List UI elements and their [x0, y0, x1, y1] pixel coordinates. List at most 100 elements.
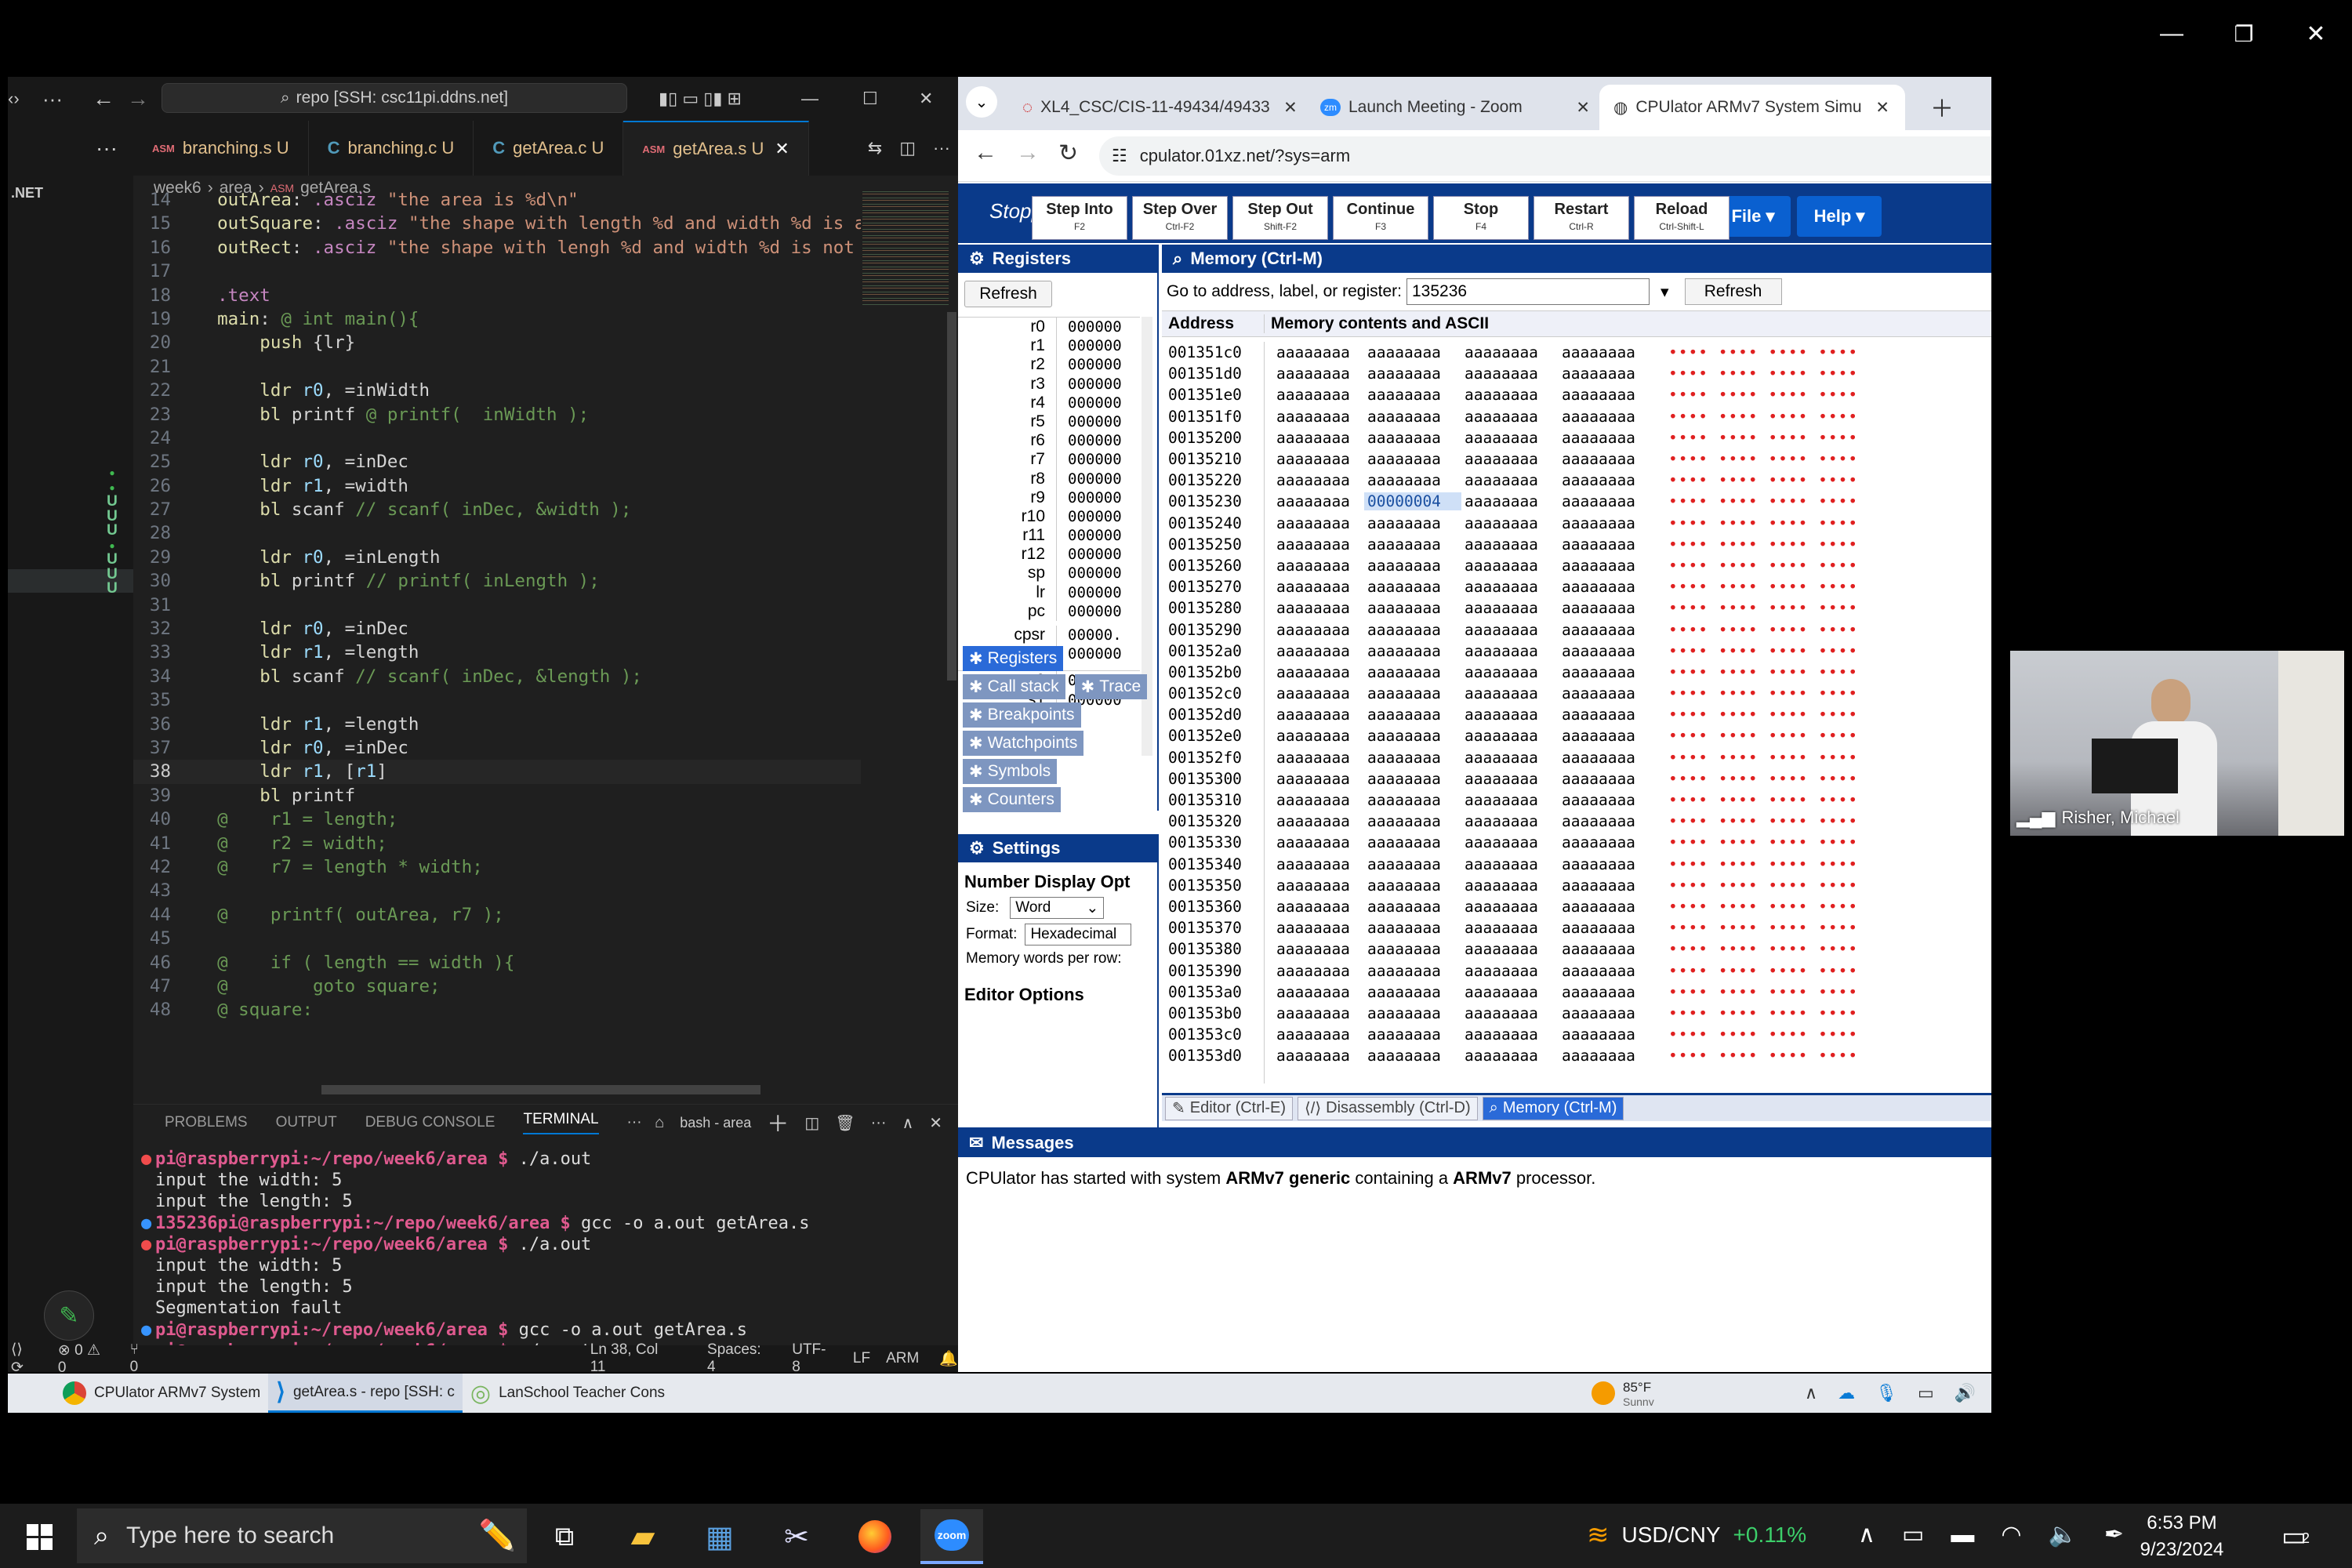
- register-value[interactable]: 000000: [1056, 412, 1122, 432]
- memory-word[interactable]: aaaaaaaa: [1267, 983, 1364, 1001]
- side-tab-call-stack[interactable]: ✱ Call stack: [963, 674, 1065, 699]
- tab-close-icon[interactable]: ✕: [775, 139, 789, 159]
- register-row[interactable]: r5 000000: [958, 412, 1140, 432]
- back-arrow-icon[interactable]: ←: [93, 86, 114, 111]
- code-line[interactable]: 27 bl scanf // scanf( inDec, &width );: [133, 498, 861, 521]
- memory-word[interactable]: aaaaaaaa: [1267, 365, 1364, 383]
- status-register-row[interactable]: cpsr 00000.: [958, 626, 1140, 645]
- side-tab-symbols[interactable]: ✱ Symbols: [963, 759, 1058, 784]
- address-bar[interactable]: ☷ cpulator.01xz.net/?sys=arm: [1099, 136, 1991, 176]
- memory-word[interactable]: aaaaaaaa: [1461, 855, 1559, 873]
- reload-icon[interactable]: ↻: [1058, 140, 1078, 167]
- memory-word[interactable]: aaaaaaaa: [1364, 557, 1461, 575]
- memory-word[interactable]: aaaaaaaa: [1364, 365, 1461, 383]
- panel-tab-output[interactable]: OUTPUT: [276, 1114, 337, 1131]
- more-icon[interactable]: ···: [42, 87, 63, 111]
- memory-word[interactable]: aaaaaaaa: [1559, 514, 1656, 532]
- register-row[interactable]: r8 000000: [958, 469, 1140, 488]
- memory-row[interactable]: 001353c0 aaaaaaaa aaaaaaaa aaaaaaaa aaaaaaaa…: [1162, 1024, 1991, 1045]
- close-button[interactable]: ✕: [2292, 14, 2339, 53]
- memory-word[interactable]: aaaaaaaa: [1364, 408, 1461, 426]
- code-line[interactable]: 48 @ square:: [133, 998, 861, 1022]
- memory-row[interactable]: 00135290 aaaaaaaa aaaaaaaa aaaaaaaa aaaaaaaa…: [1162, 619, 1991, 640]
- command-status-dot[interactable]: ●: [141, 1149, 155, 1170]
- memory-word[interactable]: aaaaaaaa: [1267, 535, 1364, 554]
- register-row[interactable]: r6 000000: [958, 431, 1140, 451]
- help-menu-button[interactable]: Help ▾: [1797, 196, 1882, 237]
- memory-word[interactable]: aaaaaaaa: [1267, 749, 1364, 767]
- problems-count[interactable]: ⊗ 0 ⚠ 0: [58, 1341, 113, 1373]
- memory-row[interactable]: 00135260 aaaaaaaa aaaaaaaa aaaaaaaa aaaaaaaa…: [1162, 555, 1991, 576]
- side-tab-watchpoints[interactable]: ✱ Watchpoints: [963, 731, 1084, 756]
- clock[interactable]: 6:53 PM 9/23/2024: [2123, 1510, 2241, 1563]
- cpulator-button-reload[interactable]: Reload Ctrl-Shift-L: [1634, 196, 1730, 240]
- memory-word[interactable]: aaaaaaaa: [1364, 663, 1461, 681]
- side-tab-counters[interactable]: ✱ Counters: [963, 787, 1061, 812]
- memory-word[interactable]: aaaaaaaa: [1461, 1004, 1559, 1022]
- taskbar-item-chrome[interactable]: CPUlator ARMv7 System: [55, 1374, 268, 1413]
- memory-word[interactable]: aaaaaaaa: [1461, 898, 1559, 916]
- memory-word[interactable]: aaaaaaaa: [1461, 343, 1559, 361]
- memory-word[interactable]: aaaaaaaa: [1267, 343, 1364, 361]
- volume-icon[interactable]: 🔈: [2049, 1521, 2078, 1548]
- new-terminal-icon[interactable]: ＋: [767, 1107, 789, 1138]
- tray-chevron-icon[interactable]: ∧: [1805, 1383, 1817, 1403]
- command-center[interactable]: ⌕ repo [SSH: csc11pi.ddns.net]: [162, 83, 627, 113]
- forward-arrow-icon[interactable]: →: [127, 86, 149, 111]
- editor-more-icon[interactable]: ···: [933, 138, 950, 158]
- command-status-dot[interactable]: ●: [141, 1213, 155, 1234]
- memory-word[interactable]: aaaaaaaa: [1267, 877, 1364, 895]
- view-tab-editor[interactable]: ✎ Editor (Ctrl-E): [1165, 1096, 1293, 1120]
- memory-word[interactable]: aaaaaaaa: [1461, 365, 1559, 383]
- window-close-icon[interactable]: ✕: [919, 89, 933, 109]
- memory-word[interactable]: aaaaaaaa: [1364, 578, 1461, 596]
- memory-word[interactable]: aaaaaaaa: [1267, 833, 1364, 851]
- code-line[interactable]: 15 outSquare: .asciz "the shape with len…: [133, 212, 861, 235]
- memory-word[interactable]: aaaaaaaa: [1267, 514, 1364, 532]
- register-row[interactable]: r12 000000: [958, 545, 1140, 564]
- window-maximize-icon[interactable]: ☐: [862, 89, 878, 109]
- tab-close-icon[interactable]: ✕: [1576, 98, 1590, 118]
- cpulator-button-step-out[interactable]: Step Out Shift-F2: [1232, 196, 1328, 240]
- code-line[interactable]: 19 main: @ int main(){: [133, 307, 861, 331]
- command-status-dot[interactable]: [141, 1255, 155, 1276]
- cpulator-button-restart[interactable]: Restart Ctrl-R: [1534, 196, 1629, 240]
- register-row[interactable]: r1 000000: [958, 336, 1140, 356]
- memory-row[interactable]: 001351c0 aaaaaaaa aaaaaaaa aaaaaaaa aaaaaaaa…: [1162, 342, 1991, 363]
- code-line[interactable]: 38 ldr r1, [r1]: [133, 760, 861, 784]
- memory-word[interactable]: aaaaaaaa: [1559, 1004, 1656, 1022]
- compare-icon[interactable]: ⇆: [868, 138, 882, 158]
- task-view-button[interactable]: ⧉: [533, 1509, 596, 1564]
- ticker-widget[interactable]: ≋ USD/CNY +0.11%: [1587, 1519, 1806, 1551]
- memory-word[interactable]: aaaaaaaa: [1461, 450, 1559, 468]
- register-value[interactable]: 000000: [1056, 564, 1122, 583]
- memory-word[interactable]: aaaaaaaa: [1364, 940, 1461, 958]
- memory-row[interactable]: 00135340 aaaaaaaa aaaaaaaa aaaaaaaa aaaaaaaa…: [1162, 854, 1991, 875]
- memory-row[interactable]: 00135370 aaaaaaaa aaaaaaaa aaaaaaaa aaaaaaaa…: [1162, 917, 1991, 938]
- memory-word[interactable]: aaaaaaaa: [1559, 749, 1656, 767]
- command-status-dot[interactable]: ●: [141, 1234, 155, 1255]
- memory-word[interactable]: aaaaaaaa: [1364, 1025, 1461, 1044]
- taskbar-item-lanschool[interactable]: ◎ LanSchool Teacher Cons: [463, 1374, 673, 1413]
- editor-tab[interactable]: CgetArea.c U: [474, 121, 624, 176]
- register-value[interactable]: 000000: [1056, 431, 1122, 451]
- snipping-tool-button[interactable]: ✂: [765, 1509, 828, 1564]
- memory-word[interactable]: aaaaaaaa: [1461, 663, 1559, 681]
- tray-chevron-icon[interactable]: ∧: [1858, 1521, 1875, 1548]
- memory-word[interactable]: aaaaaaaa: [1364, 621, 1461, 639]
- command-status-dot[interactable]: [141, 1298, 155, 1319]
- register-value[interactable]: 000000: [1056, 488, 1122, 507]
- memory-word[interactable]: aaaaaaaa: [1559, 855, 1656, 873]
- memory-word[interactable]: aaaaaaaa: [1559, 919, 1656, 937]
- register-value[interactable]: 00000.: [1056, 626, 1122, 645]
- memory-word[interactable]: aaaaaaaa: [1461, 599, 1559, 617]
- memory-word[interactable]: aaaaaaaa: [1364, 343, 1461, 361]
- split-editor-icon[interactable]: ◫: [899, 138, 916, 158]
- register-value[interactable]: 000000: [1056, 583, 1122, 602]
- register-row[interactable]: pc 000000: [958, 601, 1140, 621]
- memory-word[interactable]: aaaaaaaa: [1461, 621, 1559, 639]
- memory-word[interactable]: aaaaaaaa: [1267, 706, 1364, 724]
- memory-word[interactable]: aaaaaaaa: [1364, 514, 1461, 532]
- memory-word[interactable]: aaaaaaaa: [1461, 940, 1559, 958]
- memory-word[interactable]: aaaaaaaa: [1559, 450, 1656, 468]
